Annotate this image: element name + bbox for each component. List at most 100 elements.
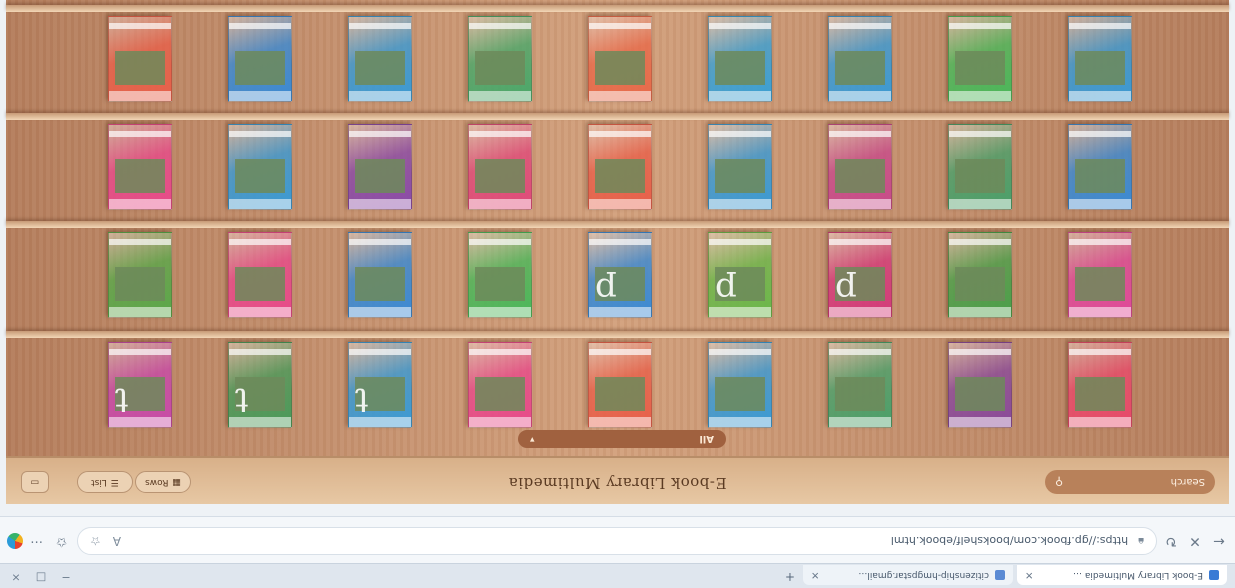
shelf-board: [6, 221, 1229, 228]
book-cover[interactable]: [708, 342, 772, 428]
book-cover[interactable]: [828, 124, 892, 210]
back-icon[interactable]: ←: [1209, 533, 1229, 549]
cover-photo: [955, 267, 1005, 301]
book-top-band: [229, 199, 291, 209]
browser-toolbar: ← ✕ ↻ 🔒︎ https://gp.fbook.com/bookshelf/…: [0, 516, 1235, 563]
book-top-band: [709, 417, 771, 427]
book-cover[interactable]: [468, 342, 532, 428]
copilot-icon[interactable]: [7, 533, 23, 549]
book-cover[interactable]: [228, 16, 292, 102]
book-top-band: [589, 417, 651, 427]
favorites-icon[interactable]: ✩: [56, 534, 67, 549]
maximize-icon[interactable]: □: [32, 571, 50, 584]
cover-strip: [229, 239, 291, 245]
book-top-band: [469, 307, 531, 317]
cover-strip: [229, 349, 291, 355]
book-cover[interactable]: p: [828, 232, 892, 318]
cover-strip: [829, 349, 891, 355]
cover-strip: [709, 349, 771, 355]
address-bar[interactable]: 🔒︎ https://gp.fbook.com/bookshelf/ebook.…: [77, 527, 1157, 555]
cover-strip: [589, 239, 651, 245]
cover-strip: [709, 23, 771, 29]
book-cover[interactable]: [1068, 232, 1132, 318]
cover-photo: [595, 51, 645, 85]
cover-photo: [955, 51, 1005, 85]
cover-strip: [109, 349, 171, 355]
book-cover[interactable]: t: [228, 342, 292, 428]
list-label: List: [91, 477, 107, 487]
book-cover[interactable]: [948, 342, 1012, 428]
book-cover[interactable]: [588, 16, 652, 102]
book-cover[interactable]: [948, 124, 1012, 210]
cover-photo: [955, 377, 1005, 411]
rows-button[interactable]: ▦ Rows: [135, 471, 191, 493]
book-cover[interactable]: [708, 124, 772, 210]
book-top-band: [829, 199, 891, 209]
book-cover[interactable]: [468, 232, 532, 318]
book-cover[interactable]: t: [108, 342, 172, 428]
book-cover[interactable]: [108, 16, 172, 102]
book-cover[interactable]: [228, 124, 292, 210]
read-aloud-icon[interactable]: A: [113, 534, 121, 548]
book-cover[interactable]: [1068, 124, 1132, 210]
book-top-band: [469, 199, 531, 209]
book-cover[interactable]: [1068, 342, 1132, 428]
new-tab-icon[interactable]: +: [785, 570, 795, 584]
book-cover[interactable]: [468, 124, 532, 210]
book-cover[interactable]: [1068, 16, 1132, 102]
book-top-band: [949, 199, 1011, 209]
book-cover[interactable]: [348, 16, 412, 102]
close-tab-icon[interactable]: ✕: [811, 570, 819, 581]
book-cover[interactable]: [588, 342, 652, 428]
book-cover[interactable]: [828, 342, 892, 428]
book-cover[interactable]: [468, 16, 532, 102]
more-options-icon[interactable]: ⋯: [30, 534, 43, 549]
shelf-board: [6, 5, 1229, 12]
tab-ebook-library[interactable]: E-book Library Multimedia … ✕: [1017, 565, 1227, 585]
book-cover[interactable]: [108, 232, 172, 318]
book-cover[interactable]: [108, 124, 172, 210]
book-cover[interactable]: [348, 124, 412, 210]
book-top-band: [709, 199, 771, 209]
cover-strip: [1069, 131, 1131, 137]
cover-photo: [715, 51, 765, 85]
cover-photo: [835, 159, 885, 193]
close-window-icon[interactable]: ×: [7, 571, 25, 584]
book-cover[interactable]: [228, 232, 292, 318]
cover-strip: [229, 131, 291, 137]
cover-photo: [115, 51, 165, 85]
chat-button[interactable]: ▭: [21, 471, 49, 493]
cover-photo: [1075, 377, 1125, 411]
cover-strip: [469, 239, 531, 245]
list-button[interactable]: ☰ List: [77, 471, 133, 493]
book-cover[interactable]: [588, 124, 652, 210]
book-cover[interactable]: p: [588, 232, 652, 318]
book-cover[interactable]: [828, 16, 892, 102]
shelf-board: [6, 331, 1229, 338]
cover-strip: [589, 349, 651, 355]
book-cover[interactable]: [948, 232, 1012, 318]
close-icon[interactable]: ✕: [1185, 533, 1205, 549]
tab-citizenship[interactable]: citizenship-hmgpstar.gmail… ✕: [803, 565, 1013, 585]
book-cover[interactable]: [708, 16, 772, 102]
cover-strip: [829, 131, 891, 137]
cover-photo: [355, 267, 405, 301]
book-top-band: [349, 307, 411, 317]
book-cover[interactable]: [948, 16, 1012, 102]
book-cover[interactable]: t: [348, 342, 412, 428]
cover-photo: [475, 51, 525, 85]
lock-icon: 🔒︎: [1138, 535, 1144, 548]
cover-photo: [715, 377, 765, 411]
library-header: Search ⚲ E-book Library Multimedia ▦ Row…: [6, 456, 1229, 504]
favorite-star-icon[interactable]: ☆: [90, 534, 101, 548]
book-cover[interactable]: [348, 232, 412, 318]
minimize-icon[interactable]: −: [57, 571, 75, 584]
reload-icon[interactable]: ↻: [1161, 533, 1181, 549]
category-filter[interactable]: All ▾: [518, 430, 726, 448]
book-top-band: [469, 417, 531, 427]
cover-strip: [469, 131, 531, 137]
book-cover[interactable]: p: [708, 232, 772, 318]
book-top-band: [1069, 417, 1131, 427]
close-tab-icon[interactable]: ✕: [1025, 570, 1033, 581]
cover-letter: p: [715, 270, 737, 310]
